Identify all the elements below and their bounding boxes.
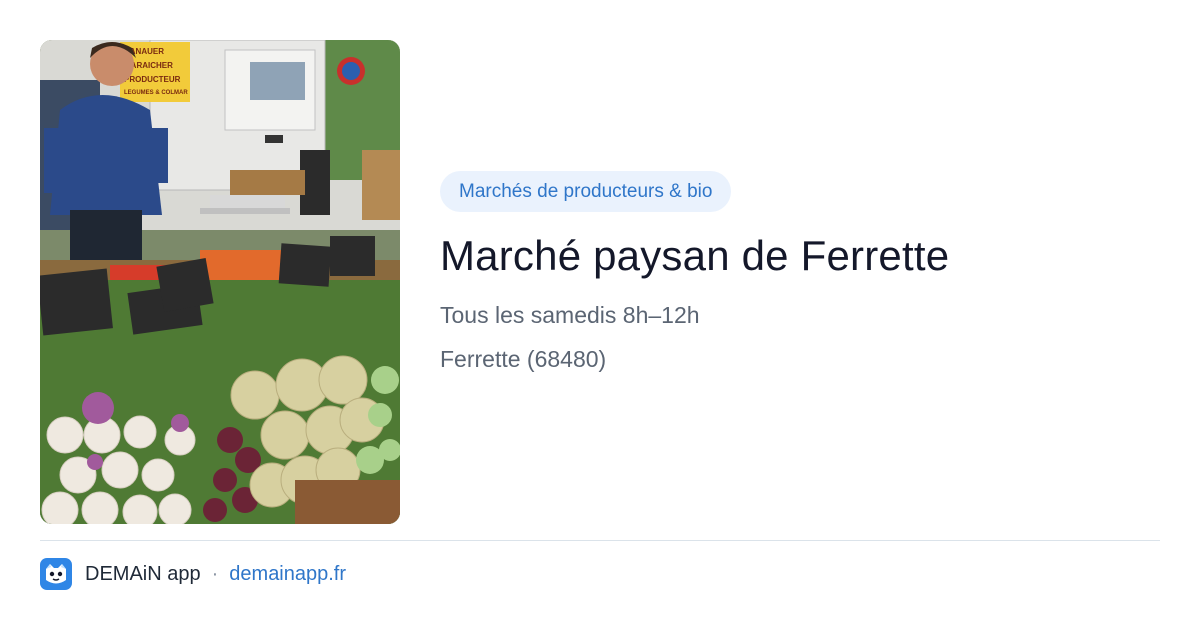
market-photo: HANAUER MARAICHER PRODUCTEUR LEGUMES & C… [40,40,400,524]
footer: DEMAiN app · demainapp.fr [40,557,346,591]
category-tag[interactable]: Marchés de producteurs & bio [440,171,732,212]
market-info: Marchés de producteurs & bio Marché pays… [440,171,1160,374]
sign-line-3: PRODUCTEUR [124,75,181,84]
app-name: DEMAiN app [85,562,201,585]
footer-separator: · [211,562,219,585]
footer-divider [40,540,1160,541]
sign-line-4: LEGUMES & COLMAR [124,90,188,96]
share-card: HANAUER MARAICHER PRODUCTEUR LEGUMES & C… [0,0,1200,630]
market-schedule: Tous les samedis 8h–12h [440,302,700,328]
market-title: Marché paysan de Ferrette [440,232,950,279]
market-photo-illustration: HANAUER MARAICHER PRODUCTEUR LEGUMES & C… [40,40,400,524]
market-location: Ferrette (68480) [440,346,607,372]
demain-app-logo-icon [40,558,72,590]
app-domain-link[interactable]: demainapp.fr [229,563,346,586]
